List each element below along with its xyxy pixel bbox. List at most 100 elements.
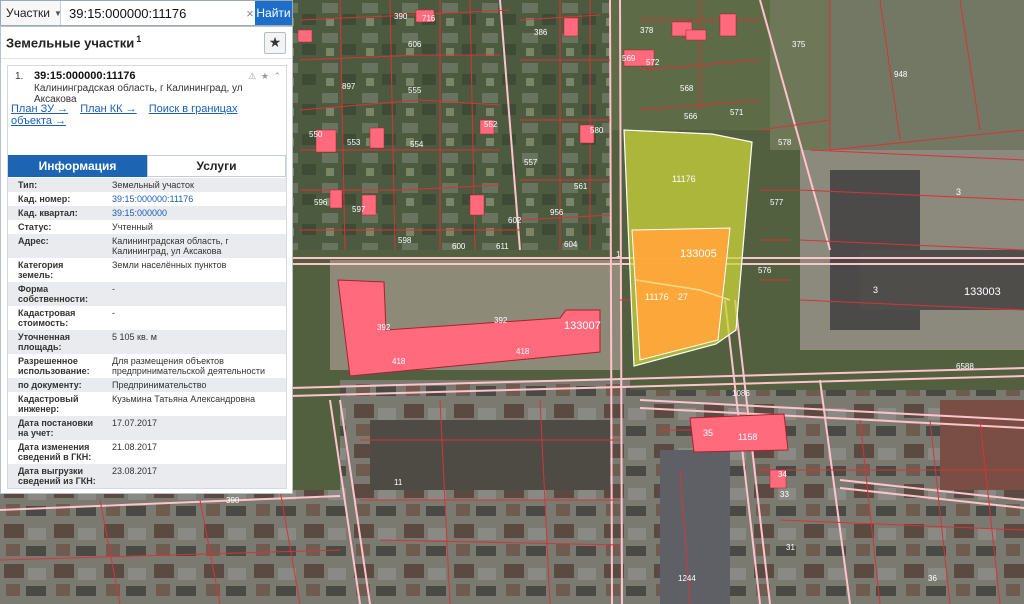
building-label: 418 (516, 347, 530, 356)
info-key: Дата выгрузки сведений из ГКН: (18, 466, 96, 486)
info-row: Дата выгрузки сведений из ГКН: 23.08.2017 (8, 464, 286, 488)
object-type-label: Участки (6, 6, 50, 20)
info-key: Форма собственности: (18, 284, 88, 304)
info-table: Тип: Земельный участок Кад. номер: 39:15:00… (8, 178, 286, 488)
plot-label: 602 (508, 216, 522, 225)
info-key: Разрешенное использование: (18, 356, 90, 376)
info-row: по документу: Предпринимательство (8, 378, 286, 392)
star-icon[interactable]: ★ (261, 71, 270, 81)
info-value: Для размещения объектов предпринимательс… (112, 356, 265, 376)
plot-label: 34 (778, 470, 787, 479)
info-row: Дата постановки на учет: 17.07.2017 (8, 416, 286, 440)
building-label: 3 (873, 285, 879, 295)
plot-label: 550 (309, 130, 323, 139)
results-panel: Земельные участки 1 ★ 1. 39:15:000000:111… (0, 26, 293, 494)
panel-title: Земельные участки 1 (6, 34, 142, 51)
plot-label: 552 (484, 120, 498, 129)
plot-label: 578 (778, 138, 792, 147)
plot-label: 600 (452, 242, 466, 251)
info-row: Категория земель: Земли населённых пункто… (8, 258, 286, 282)
tab-services[interactable]: Услуги (147, 155, 286, 177)
building-label: 1086 (732, 389, 750, 398)
plot-label: 606 (408, 40, 422, 49)
plot-label: 390 (394, 12, 408, 21)
info-value: Калининградская область, г Калининград, … (112, 236, 229, 256)
plot-label: 716 (422, 14, 436, 23)
info-value: - (112, 308, 115, 318)
building-label: 35 (703, 428, 714, 438)
clear-icon[interactable]: × (245, 6, 255, 21)
info-value: Земельный участок (112, 180, 194, 190)
plot-label: 897 (342, 82, 356, 91)
info-value: - (112, 284, 115, 294)
info-key: Кад. номер: (18, 194, 71, 204)
selected-parcel-label: 11176 (672, 174, 696, 184)
plot-label: 956 (550, 208, 564, 217)
info-value: 21.08.2017 (112, 442, 158, 452)
plot-label: 948 (894, 70, 908, 79)
info-row: Адрес: Калининградская область, г Калинин… (8, 234, 286, 258)
search-button[interactable]: Найти (254, 1, 292, 25)
warning-icon[interactable]: ⚠ (248, 71, 257, 81)
card-address: Калининградская область, г Калининград, … (34, 83, 243, 105)
info-row: Уточненная площадь: 5 105 кв. м (8, 330, 286, 354)
plot-label: 36 (928, 574, 937, 583)
building-label: 1158 (738, 432, 758, 442)
info-key: Адрес: (18, 236, 49, 246)
info-key: по документу: (18, 380, 82, 390)
plot-label: 1244 (678, 574, 696, 583)
card-links: План ЗУ → План КК → Поиск в границах объ… (11, 103, 273, 127)
plot-label: 1 (616, 250, 621, 259)
plot-label: 566 (684, 112, 698, 121)
plan-zu-link[interactable]: План ЗУ → (11, 103, 68, 115)
building-label: 3 (956, 187, 962, 197)
plot-label: 561 (574, 182, 588, 191)
plot-label: 375 (792, 40, 806, 49)
info-row: Кад. номер: 39:15:000000:11176 (8, 192, 286, 206)
info-key: Статус: (18, 222, 52, 232)
object-type-select[interactable]: Участки ▼ (1, 1, 62, 25)
building-label: 392 (494, 316, 508, 325)
building-label: 392 (377, 323, 391, 332)
plot-label: 33 (780, 490, 789, 499)
plot-label: 598 (398, 236, 412, 245)
info-value: Кузьмина Татьяна Александровна (112, 394, 256, 404)
tab-information[interactable]: Информация (8, 155, 147, 177)
info-row: Статус: Учтенный (8, 220, 286, 234)
selected-inner-label: 11176 (645, 292, 669, 302)
selected-building-label: 133005 (680, 248, 717, 260)
plot-label: 577 (770, 198, 784, 207)
info-row: Кадастровая стоимость: - (8, 306, 286, 330)
cadastral-number-title: 39:15:000000:11176 (34, 70, 136, 82)
plan-kk-link[interactable]: План КК → (80, 103, 136, 115)
info-row: Дата изменения сведений в ГКН: 21.08.2017 (8, 440, 286, 464)
info-key: Кадастровый инженер: (18, 394, 79, 414)
plot-label: 553 (347, 138, 361, 147)
search-bar: Участки ▼ × Найти (0, 0, 293, 26)
info-value: 17.07.2017 (112, 418, 158, 428)
building-label: 133007 (564, 320, 601, 332)
search-input[interactable] (61, 1, 245, 25)
info-row: Форма собственности: - (8, 282, 286, 306)
plot-label: 554 (410, 140, 424, 149)
info-value: Учтенный (112, 222, 153, 232)
building-label: 418 (392, 357, 406, 366)
info-row: Разрешенное использование: Для размещения… (8, 354, 286, 378)
favorite-button[interactable]: ★ (264, 31, 286, 54)
info-value[interactable]: 39:15:000000 (104, 206, 286, 220)
info-key: Кадастровая стоимость: (18, 308, 76, 328)
result-count: 1 (136, 34, 142, 45)
plot-label: 596 (314, 198, 328, 207)
info-value[interactable]: 39:15:000000:11176 (104, 192, 286, 206)
plot-label: 597 (352, 205, 366, 214)
plot-label: 604 (564, 240, 578, 249)
building-label: 133003 (964, 286, 1001, 298)
info-value: 5 105 кв. м (112, 332, 157, 342)
plot-label: 386 (534, 28, 548, 37)
plot-label: 378 (640, 26, 654, 35)
selected-inner-label: 27 (678, 292, 689, 302)
chevron-up-icon[interactable]: ⌃ (273, 71, 282, 81)
info-value: Предпринимательство (112, 380, 207, 390)
card-tabs: Информация Услуги (8, 155, 286, 177)
plot-label: 555 (408, 86, 422, 95)
